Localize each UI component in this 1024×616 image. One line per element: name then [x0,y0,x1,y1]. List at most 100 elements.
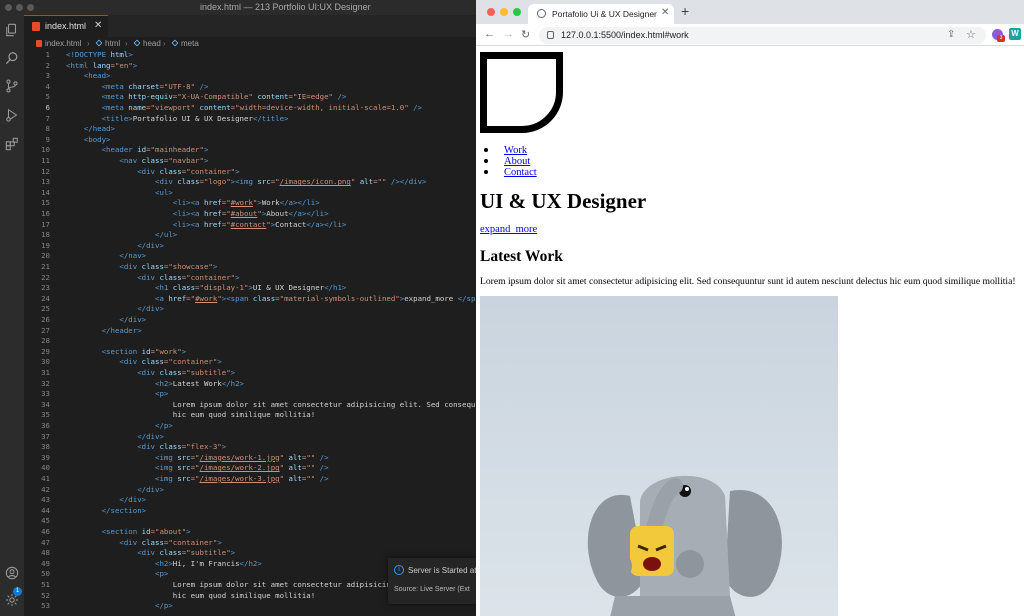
line-number: 8 [45,124,50,134]
code-line[interactable]: 28 [24,336,476,347]
code-line[interactable]: 5 <meta http-equiv="X-UA-Compatible" con… [24,92,476,103]
line-number: 22 [41,272,50,282]
site-info-icon[interactable] [547,31,554,39]
code-line[interactable]: 6 <meta name="viewport" content="width=d… [24,103,476,114]
code-line[interactable]: 40 <img src="/images/work-2.jpg" alt="" … [24,463,476,474]
search-icon[interactable] [5,51,19,65]
code-text: </div> [66,484,164,494]
nav-link-contact[interactable]: Contact [504,167,537,178]
explorer-icon[interactable] [5,23,19,37]
live-server-notification[interactable]: i Server is Started at Source: Live Serv… [388,558,476,604]
code-line[interactable]: 32 <h2>Latest Work</h2> [24,379,476,390]
forward-arrow-icon[interactable]: → [503,28,514,40]
tab-index-html[interactable]: index.html ✕ [24,15,108,37]
code-line[interactable]: 20 </nav> [24,251,476,262]
code-line[interactable]: 30 <div class="container"> [24,357,476,368]
run-debug-icon[interactable] [5,108,19,122]
code-line[interactable]: 16 <li><a href="#about">About</a></li> [24,209,476,220]
code-line[interactable]: 14 <ul> [24,188,476,199]
breadcrumb-file[interactable]: index.html [36,39,81,48]
line-number: 16 [41,209,50,218]
line-number: 27 [41,325,50,335]
extension-badge: 3 [997,35,1005,42]
code-line[interactable]: 11 <nav class="navbar"> [24,156,476,167]
code-line[interactable]: 7 <title>Portafolio UI & UX Designer</ti… [24,114,476,125]
code-line[interactable]: 9 <body> [24,135,476,146]
breadcrumb-meta[interactable]: meta [171,39,199,48]
code-line[interactable]: 24 <a href="#work"><span class="material… [24,294,476,305]
code-line[interactable]: 10 <header id="mainheader"> [24,145,476,156]
bookmark-star-icon[interactable]: ☆ [966,28,976,41]
breadcrumb-head[interactable]: head [133,39,161,48]
code-line[interactable]: 37 </div> [24,432,476,443]
code-line[interactable]: 2 <html lang="en"> [24,61,476,72]
line-number: 7 [45,113,50,123]
address-url[interactable]: 127.0.0.1:5500/index.html#work [561,30,689,40]
code-line[interactable]: 46 <section id="about"> [24,527,476,538]
code-line[interactable]: 41 <img src="/images/work-3.jpg" alt="" … [24,474,476,485]
code-line[interactable]: 44 </section> [24,506,476,517]
code-line[interactable]: 36 </p> [24,421,476,432]
code-text: <li><a href="#about">About</a></li> [66,209,329,218]
code-line[interactable]: 19 </div> [24,241,476,252]
window-zoom-dot[interactable] [27,4,34,11]
tab-close-icon[interactable]: ✕ [94,20,102,31]
window-minimize-dot[interactable] [16,4,23,11]
browser-tab-close-icon[interactable]: ✕ [661,7,669,18]
code-editor[interactable]: 1 <!DOCTYPE html> 2 <html lang="en"> 3 <head… [24,50,476,616]
browser-minimize-dot[interactable] [500,8,508,16]
code-line[interactable]: 22 <div class="container"> [24,273,476,284]
code-line[interactable]: 3 <head> [24,71,476,82]
list-bullet [484,159,488,163]
code-line[interactable]: 21 <div class="showcase"> [24,262,476,273]
code-line[interactable]: 4 <meta charset="UTF-8" /> [24,82,476,93]
code-line[interactable]: 13 <div class="logo"><img src="/images/i… [24,177,476,188]
code-line[interactable]: 45 [24,516,476,527]
code-line[interactable]: 12 <div class="container"> [24,167,476,178]
code-line[interactable]: 27 </header> [24,326,476,337]
code-line[interactable]: 23 <h1 class="display-1">UI & UX Designe… [24,283,476,294]
code-line[interactable]: 8 </head> [24,124,476,135]
code-line[interactable]: 34 Lorem ipsum dolor sit amet consectetu… [24,400,476,411]
code-text: <h2>Hi, I'm Francis</h2> [66,558,262,568]
line-number: 48 [41,548,50,558]
breadcrumb-html[interactable]: html [95,39,120,48]
code-line[interactable]: 18 </ul> [24,230,476,241]
browser-tab-portfolio[interactable]: Portafolio Ui & UX Designer ✕ [528,4,674,24]
code-line[interactable]: 26 </div> [24,315,476,326]
browser-tab-title: Portafolio Ui & UX Designer [552,9,657,19]
browser-close-dot[interactable] [487,8,495,16]
nav-link-about[interactable]: About [504,156,530,167]
code-line[interactable]: 38 <div class="flex-3"> [24,442,476,453]
code-line[interactable]: 42 </div> [24,485,476,496]
code-line[interactable]: 47 <div class="container"> [24,538,476,549]
source-control-icon[interactable] [5,79,19,93]
code-line[interactable]: 33 <p> [24,389,476,400]
code-line[interactable]: 43 </div> [24,495,476,506]
code-line[interactable]: 39 <img src="/images/work-1.jpg" alt="" … [24,453,476,464]
back-arrow-icon[interactable]: ← [484,28,495,40]
browser-zoom-dot[interactable] [513,8,521,16]
code-line[interactable]: 31 <div class="subtitle"> [24,368,476,379]
new-tab-button[interactable]: + [681,3,689,19]
breadcrumb-separator: › [163,39,166,48]
reload-icon[interactable]: ↻ [521,28,530,41]
code-line[interactable]: 15 <li><a href="#work">Work</a></li> [24,198,476,209]
line-number: 42 [41,484,50,494]
expand-more-link[interactable]: expand_more [480,224,537,235]
line-number: 3 [45,71,50,81]
code-line[interactable]: 25 </div> [24,304,476,315]
code-line[interactable]: 35 hic eum quod similique mollitia! [24,410,476,421]
address-bar[interactable]: 127.0.0.1:5500/index.html#work ⇪ ☆ [539,27,986,44]
share-icon[interactable]: ⇪ [947,29,955,40]
code-line[interactable]: 1 <!DOCTYPE html> [24,50,476,61]
extensions-icon[interactable] [5,137,19,151]
line-number: 11 [41,156,50,165]
extension-w-icon[interactable]: W [1009,28,1021,40]
account-icon[interactable] [5,566,19,580]
window-close-dot[interactable] [5,4,12,11]
code-line[interactable]: 17 <li><a href="#contact">Contact</a></l… [24,220,476,231]
nav-link-work[interactable]: Work [504,145,527,156]
symbol-element-icon [95,39,103,47]
code-line[interactable]: 29 <section id="work"> [24,347,476,358]
